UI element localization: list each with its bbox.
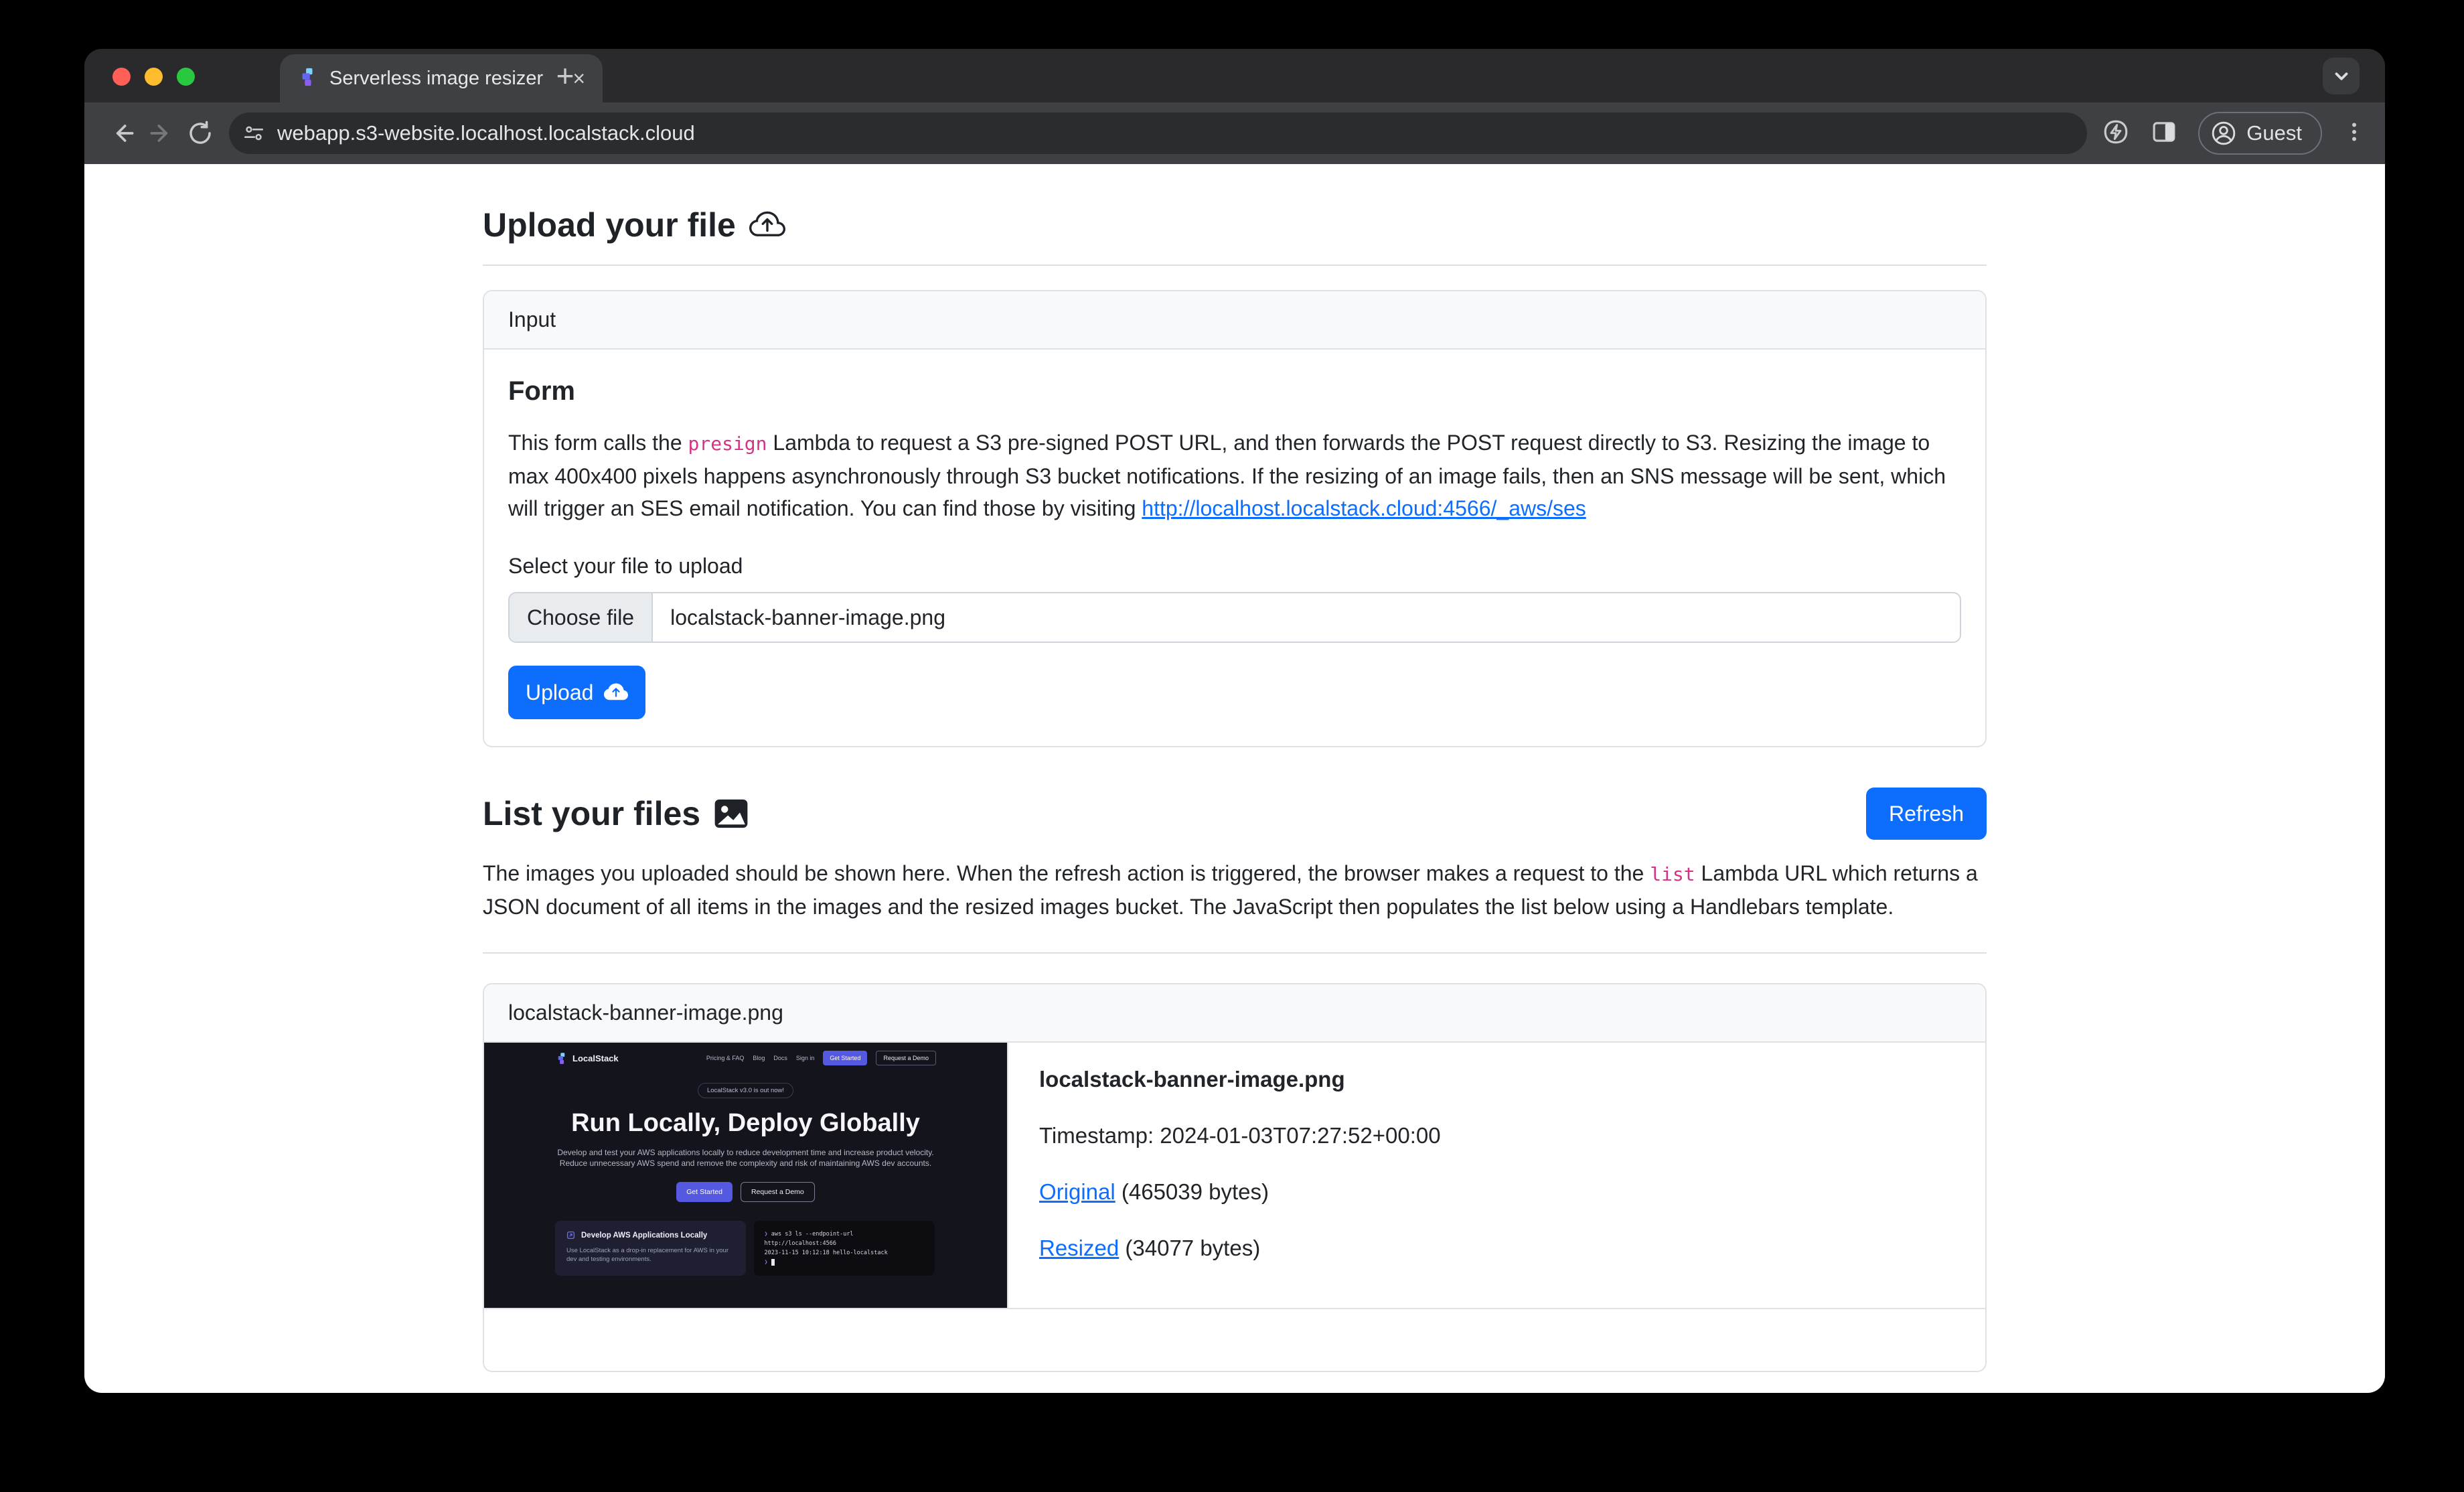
localstack-logo: LocalStack xyxy=(555,1052,619,1065)
divider xyxy=(483,265,1987,266)
form-description: This form calls the presign Lambda to re… xyxy=(508,427,1961,524)
resized-row: Resized (34077 bytes) xyxy=(1039,1236,1441,1261)
original-row: Original (465039 bytes) xyxy=(1039,1179,1441,1205)
file-card-header: localstack-banner-image.png xyxy=(484,984,1985,1043)
forward-button[interactable] xyxy=(142,114,181,153)
list-description: The images you uploaded should be shown … xyxy=(483,857,1987,923)
tab-search-button[interactable] xyxy=(2323,58,2360,94)
forward-icon xyxy=(147,119,176,148)
page-content: Upload your file Input Form This form ca… xyxy=(84,164,2385,1393)
banner-nav-link: Sign in xyxy=(796,1055,815,1061)
image-icon xyxy=(714,796,749,831)
minimize-window-button[interactable] xyxy=(145,68,163,86)
banner-badge: LocalStack v3.0 is out now! xyxy=(698,1083,793,1098)
file-name: localstack-banner-image.png xyxy=(1039,1067,1441,1092)
selected-file-name: localstack-banner-image.png xyxy=(653,593,963,642)
presign-code: presign xyxy=(688,433,767,455)
banner-demo-button: Request a Demo xyxy=(876,1051,936,1065)
banner-terminal: ❯ aws s3 ls --endpoint-url http://localh… xyxy=(754,1221,935,1276)
banner-subtext: Develop and test your AWS applications l… xyxy=(550,1148,941,1169)
banner-feature-card: Develop AWS Applications Locally Use Loc… xyxy=(555,1221,746,1276)
favicon xyxy=(297,67,317,90)
file-card: localstack-banner-image.png Local xyxy=(483,983,1987,1372)
battery-saver-icon[interactable] xyxy=(2102,118,2130,149)
original-link[interactable]: Original xyxy=(1039,1179,1115,1204)
banner-headline: Run Locally, Deploy Globally xyxy=(484,1109,1007,1138)
input-card-header: Input xyxy=(484,291,1985,350)
banner-nav-link: Blog xyxy=(753,1055,765,1061)
banner-get-started-button: Get Started xyxy=(823,1051,867,1065)
divider xyxy=(483,952,1987,954)
cloud-upload-fill-icon xyxy=(604,680,628,704)
choose-file-button[interactable]: Choose file xyxy=(510,593,653,642)
site-settings-icon xyxy=(242,122,265,145)
input-card: Input Form This form calls the presign L… xyxy=(483,290,1987,747)
cloud-upload-icon xyxy=(749,207,785,243)
upload-heading: Upload your file xyxy=(483,206,1987,244)
close-window-button[interactable] xyxy=(112,68,131,86)
list-code: list xyxy=(1650,863,1695,885)
file-thumbnail[interactable]: LocalStack Pricing & FAQ Blog Docs Sign … xyxy=(484,1043,1008,1308)
guest-avatar-icon xyxy=(2210,120,2237,147)
file-select-label: Select your file to upload xyxy=(508,554,1961,579)
menu-kebab-icon[interactable] xyxy=(2342,120,2366,147)
form-heading: Form xyxy=(508,376,1961,406)
toolbar-right-icons: Guest xyxy=(2102,112,2366,155)
profile-button[interactable]: Guest xyxy=(2198,112,2322,155)
resized-link[interactable]: Resized xyxy=(1039,1236,1119,1260)
zoom-window-button[interactable] xyxy=(177,68,195,86)
url-bar[interactable]: webapp.s3-website.localhost.localstack.c… xyxy=(229,113,2087,154)
back-button[interactable] xyxy=(103,114,142,153)
banner-nav-link: Docs xyxy=(773,1055,787,1061)
list-heading: List your files xyxy=(483,794,749,833)
refresh-button[interactable]: Refresh xyxy=(1866,788,1987,840)
chevron-down-icon xyxy=(2331,66,2352,86)
browser-window: Serverless image resizer × + w xyxy=(84,49,2385,1393)
browser-toolbar: webapp.s3-website.localhost.localstack.c… xyxy=(84,102,2385,164)
ses-link[interactable]: http://localhost.localstack.cloud:4566/_… xyxy=(1142,496,1586,520)
reload-icon xyxy=(186,119,214,147)
url-text: webapp.s3-website.localhost.localstack.c… xyxy=(277,121,695,145)
file-details: localstack-banner-image.png Timestamp: 2… xyxy=(1008,1043,1472,1308)
file-timestamp: Timestamp: 2024-01-03T07:27:52+00:00 xyxy=(1039,1123,1441,1148)
traffic-lights xyxy=(112,68,195,86)
profile-label: Guest xyxy=(2246,121,2302,145)
banner-feature-icon xyxy=(566,1231,575,1240)
tab-title: Serverless image resizer xyxy=(329,68,560,90)
file-input[interactable]: Choose file localstack-banner-image.png xyxy=(508,592,1961,643)
tab-strip: Serverless image resizer × + xyxy=(84,49,2385,102)
banner-cta-outline: Request a Demo xyxy=(741,1182,815,1202)
banner-nav-link: Pricing & FAQ xyxy=(706,1055,745,1061)
file-row: LocalStack Pricing & FAQ Blog Docs Sign … xyxy=(484,1043,1985,1309)
back-icon xyxy=(108,119,137,148)
side-panel-icon[interactable] xyxy=(2150,118,2178,149)
reload-button[interactable] xyxy=(181,114,220,153)
new-tab-button[interactable]: + xyxy=(546,57,584,94)
upload-button[interactable]: Upload xyxy=(508,666,645,719)
banner-cta-primary: Get Started xyxy=(676,1182,733,1202)
